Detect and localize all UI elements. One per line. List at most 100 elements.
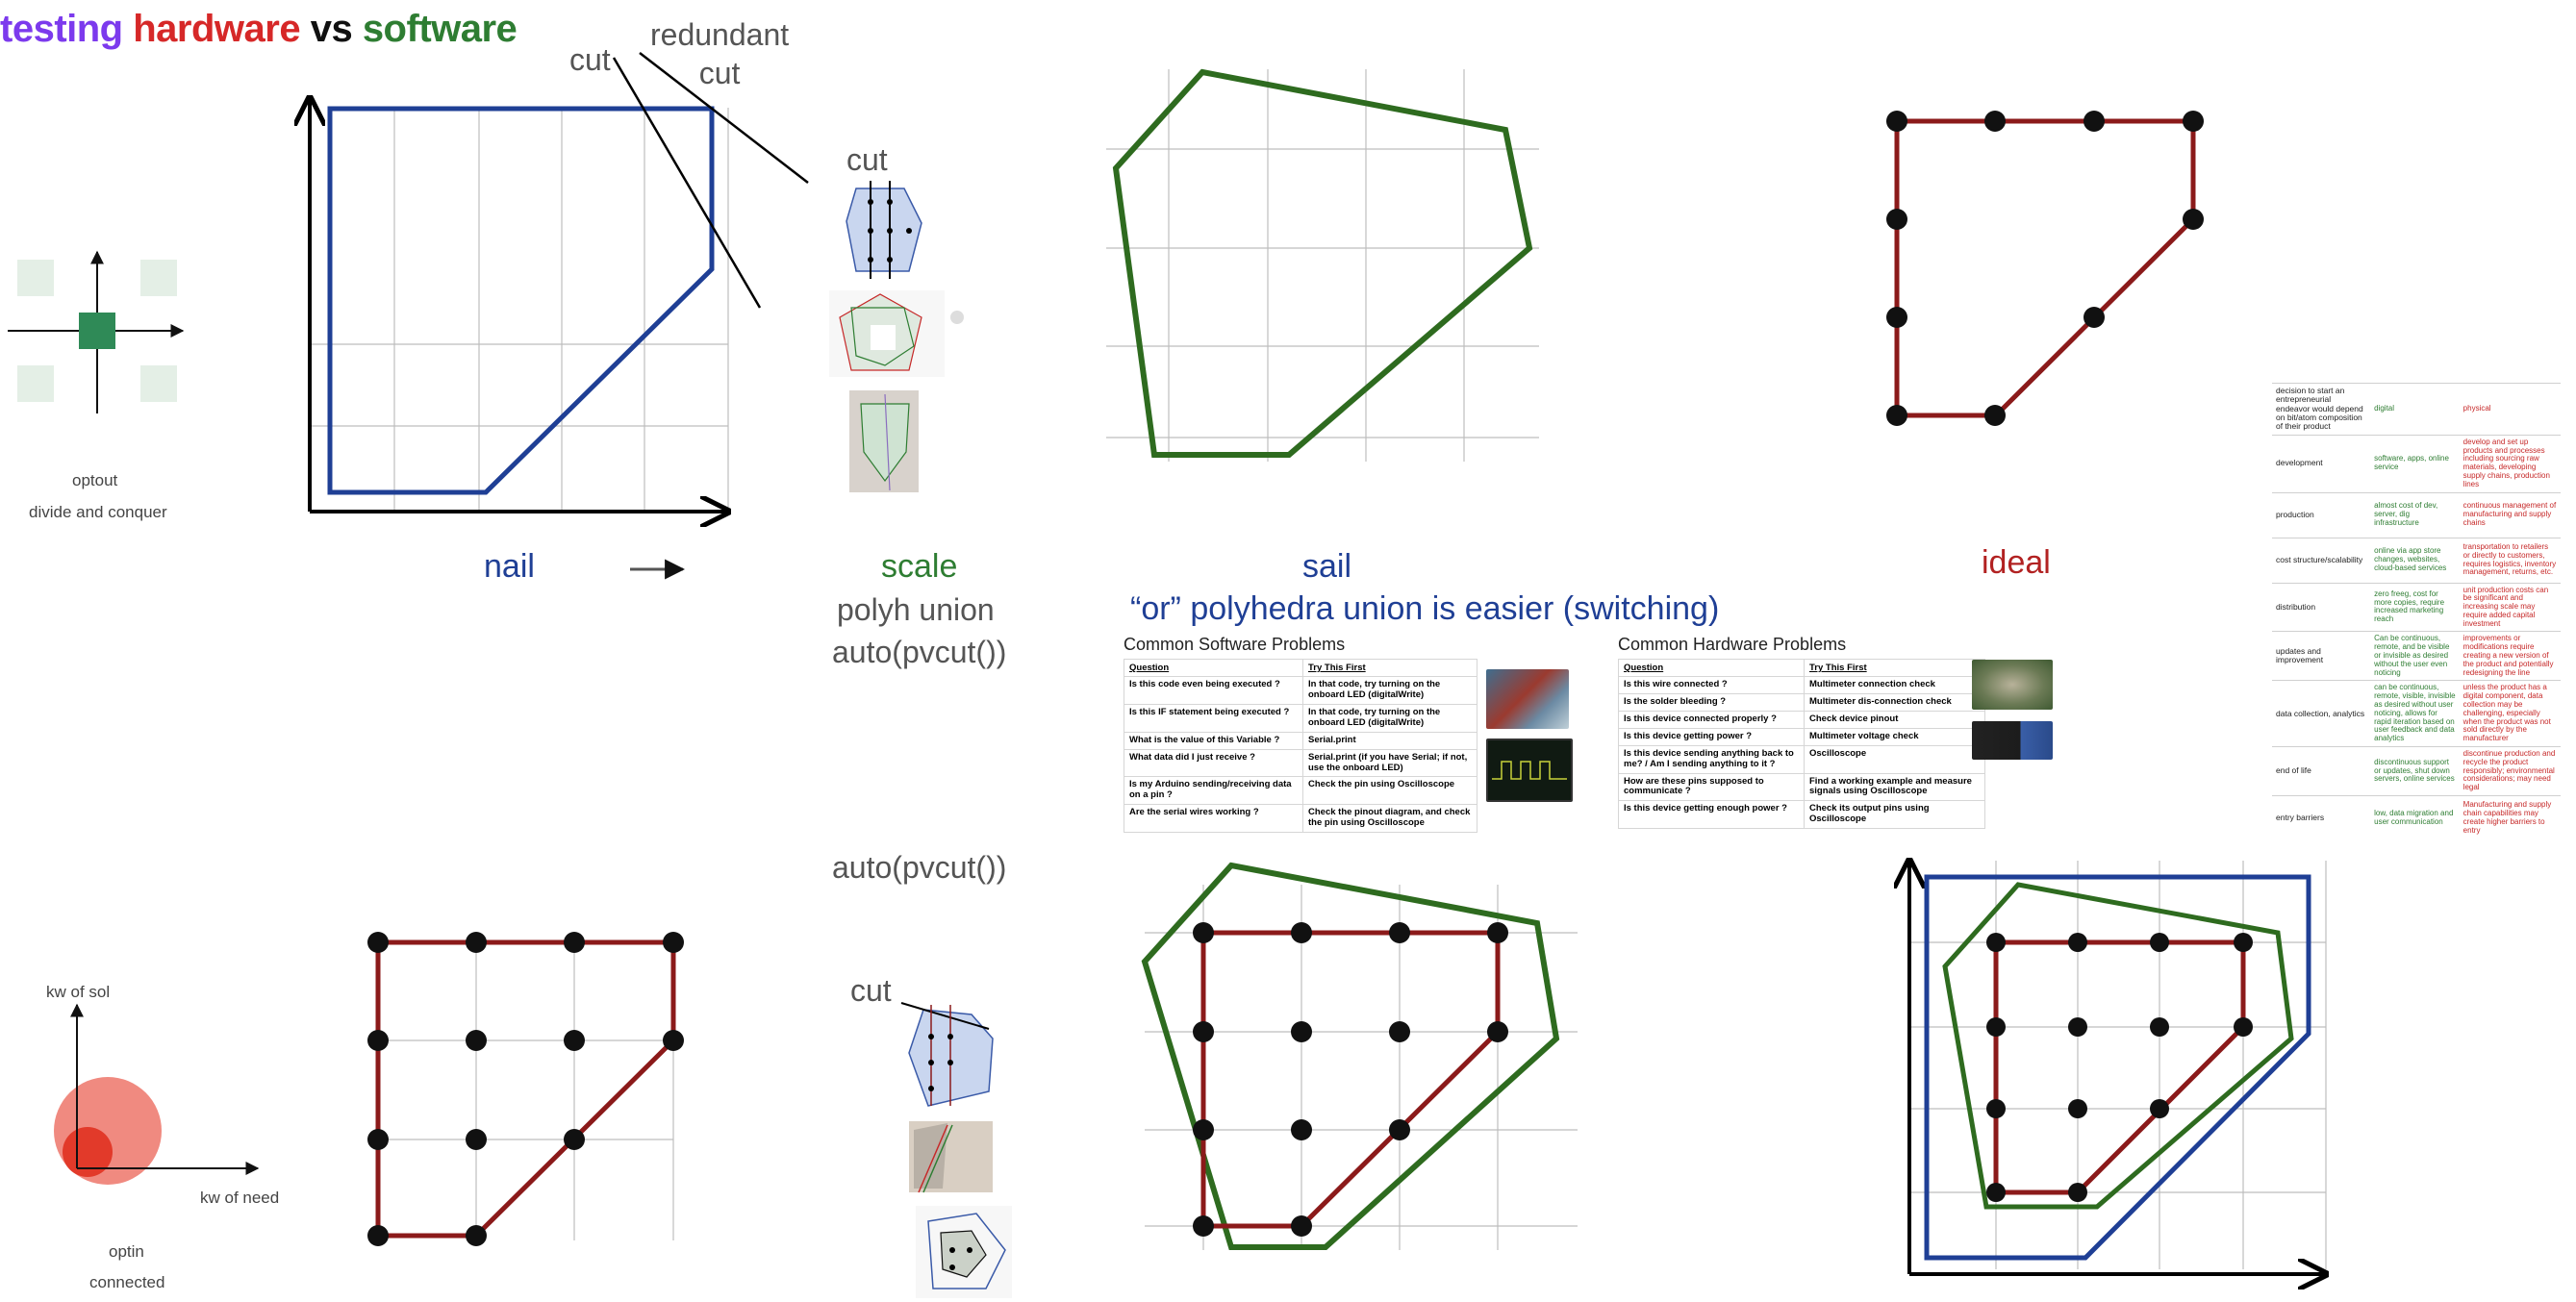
hw-try-cell: Multimeter dis-connection check: [1804, 692, 1985, 712]
sw-row: What data did I just receive ? Serial.pri…: [1124, 748, 1477, 778]
divide-and-conquer-label: divide and conquer: [29, 503, 167, 521]
comparison-aspect-cell: cost structure/scalability: [2272, 537, 2371, 583]
ideal-label: ideal: [1982, 544, 2051, 581]
comparison-digital-cell: can be continuous, remote, visible, invi…: [2370, 680, 2460, 747]
comparison-physical-cell: improvements or modifications require cr…: [2459, 631, 2561, 681]
sw-question-cell: Is this IF statement being executed ?: [1124, 703, 1303, 733]
comparison-header-physical: physical: [2459, 383, 2561, 436]
sw-try-cell: In that code, try turning on the onboard…: [1302, 676, 1477, 705]
sw-row: Is this IF statement being executed ? In …: [1124, 703, 1477, 733]
hw-row: Is this device getting enough power ? Che…: [1618, 800, 1985, 830]
hw-question-cell: Is this device getting power ?: [1618, 727, 1805, 746]
comparison-digital-cell: low, data migration and user communicati…: [2370, 795, 2460, 841]
comparison-physical-cell: discontinue production and recycle the p…: [2459, 746, 2561, 796]
comparison-header-digital: digital: [2370, 383, 2460, 436]
oscilloscope-image: [1486, 739, 1573, 802]
comparison-physical-cell: develop and set up products and processe…: [2459, 434, 2561, 492]
comparison-digital-cell: software, apps, online service: [2370, 434, 2460, 492]
hw-row: Is this device getting power ? Multimeter…: [1618, 727, 1985, 746]
cut-label-top: cut: [569, 42, 611, 77]
oscilloscope-trace: [1492, 761, 1567, 780]
hw-try-cell: Oscilloscope: [1804, 744, 1985, 774]
hw-question-cell: Is the solder bleeding ?: [1618, 692, 1805, 712]
comparison-aspect-cell: distribution: [2272, 582, 2371, 632]
comparison-digital-cell: almost cost of dev, server, dig infrastr…: [2370, 491, 2460, 538]
sw-question-cell: Is this code even being executed ?: [1124, 676, 1303, 705]
polyh-union-label: polyh union: [837, 592, 995, 627]
comparison-row: end of life discontinuous support or upda…: [2272, 746, 2561, 796]
hw-row: Is the solder bleeding ? Multimeter dis-c…: [1618, 692, 1985, 712]
kw-of-sol-label: kw of sol: [46, 983, 111, 1001]
sw-question-cell: What is the value of this Variable ?: [1124, 731, 1303, 750]
comparison-aspect-cell: end of life: [2272, 746, 2371, 796]
optin-label: optin: [109, 1242, 144, 1261]
hw-question-cell: How are these pins supposed to communica…: [1618, 772, 1805, 802]
hw-question-cell: Is this device getting enough power ?: [1618, 800, 1805, 830]
ideal-diagram: [1886, 111, 2204, 426]
hw-header-question: Question: [1618, 659, 1805, 677]
sw-header-question: Question: [1124, 659, 1303, 677]
comparison-aspect-cell: production: [2272, 491, 2371, 538]
sail-diagram: [1106, 68, 1539, 462]
comparison-digital-cell: Can be continuous, remote, and be visibl…: [2370, 631, 2460, 681]
software-problems-title: Common Software Problems: [1124, 635, 1346, 654]
optout-icon: [8, 250, 185, 413]
bottom-thumbnails: [900, 1002, 1012, 1298]
hardware-problems-title: Common Hardware Problems: [1618, 635, 1847, 654]
grid-lattice-diagram: [367, 932, 684, 1246]
sw-try-cell: Serial.print (if you have Serial; if not…: [1302, 748, 1477, 778]
nail-diagram: [310, 52, 809, 512]
cut-label-bottom: cut: [850, 973, 892, 1008]
scale-label: scale: [881, 548, 958, 585]
sw-question-cell: Are the serial wires working ?: [1124, 804, 1303, 834]
hw-header-try: Try This First: [1804, 659, 1985, 677]
comparison-physical-cell: transportation to retailers or directly …: [2459, 537, 2561, 583]
sw-try-cell: Check the pin using Oscilloscope: [1302, 776, 1477, 806]
sw-try-cell: Check the pinout diagram, and check the …: [1302, 804, 1477, 834]
software-problems-table: Question Try This First Is this code eve…: [1124, 659, 1477, 834]
comparison-row: entry barriers low, data migration and us…: [2272, 795, 2561, 841]
sw-try-cell: Serial.print: [1302, 731, 1477, 750]
hw-question-cell: Is this wire connected ?: [1618, 676, 1805, 694]
sw-try-cell: In that code, try turning on the onboard…: [1302, 703, 1477, 733]
sw-header-try: Try This First: [1302, 659, 1477, 677]
comparison-row: cost structure/scalability online via app…: [2272, 537, 2561, 583]
multimeter-image: [1972, 660, 2053, 710]
comparison-row: data collection, analytics can be continu…: [2272, 680, 2561, 747]
sw-row: Are the serial wires working ? Check the …: [1124, 804, 1477, 834]
sw-row: What is the value of this Variable ? Seri…: [1124, 731, 1477, 750]
sw-row: Is my Arduino sending/receiving data on …: [1124, 776, 1477, 806]
hw-row: How are these pins supposed to communica…: [1618, 772, 1985, 802]
comparison-row: distribution zero freeg, cost for more co…: [2272, 582, 2561, 632]
hardware-problems-panel: Common Hardware Problems Question Try Th…: [1618, 635, 1985, 830]
sw-question-cell: Is my Arduino sending/receiving data on …: [1124, 776, 1303, 806]
hw-try-cell: Check its output pins using Oscilloscope: [1804, 800, 1985, 830]
comparison-digital-cell: discontinuous support or updates, shut d…: [2370, 746, 2460, 796]
comparison-physical-cell: unit production costs can be significant…: [2459, 582, 2561, 632]
comparison-aspect-cell: development: [2272, 434, 2371, 492]
hw-row: Is this wire connected ? Multimeter conne…: [1618, 676, 1985, 694]
auto-pvcut-label-1: auto(pvcut()): [832, 635, 1007, 669]
sail-label: sail: [1302, 548, 1352, 585]
comparison-row: development software, apps, online servic…: [2272, 434, 2561, 492]
kw-of-need-label: kw of need: [200, 1189, 280, 1207]
comparison-aspect-cell: data collection, analytics: [2272, 680, 2371, 747]
auto-pvcut-label-2: auto(pvcut()): [832, 850, 1007, 885]
comparison-digital-cell: online via app store changes, websites, …: [2370, 537, 2460, 583]
canvas: testing hardware vs software optout divi…: [0, 0, 2576, 1302]
hw-try-cell: Find a working example and measure signa…: [1804, 772, 1985, 802]
comparison-header-label: decision to start an entrepreneurial end…: [2272, 383, 2371, 436]
software-problems-panel: Common Software Problems Question Try Th…: [1124, 635, 1477, 834]
comparison-physical-cell: continuous management of manufacturing a…: [2459, 491, 2561, 538]
comparison-row: updates and improvement Can be continuous…: [2272, 631, 2561, 681]
scale-thumbnails: [829, 181, 964, 492]
hw-question-cell: Is this device connected properly ?: [1618, 710, 1805, 729]
cut-label-scale: cut: [846, 142, 888, 177]
optin-icon: [54, 1003, 260, 1185]
comparison-physical-cell: unless the product has a digital compone…: [2459, 680, 2561, 747]
arduino-board-image: [1486, 669, 1569, 729]
hardware-problems-table: Question Try This First Is this wire con…: [1618, 659, 1985, 830]
comparison-physical-cell: Manufacturing and supply chain capabilit…: [2459, 795, 2561, 841]
digital-physical-comparison-panel: decision to start an entrepreneurial end…: [2272, 383, 2561, 841]
comparison-header-row: decision to start an entrepreneurial end…: [2272, 383, 2561, 436]
